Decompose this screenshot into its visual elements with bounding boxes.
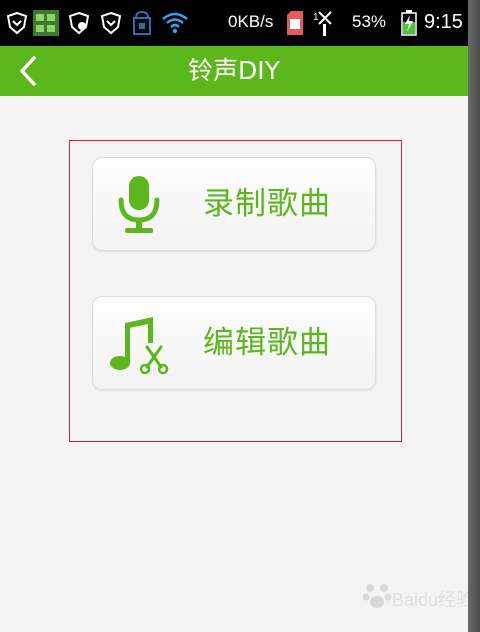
microphone-icon	[118, 176, 160, 233]
battery-percent: 53%	[352, 12, 387, 31]
sd-card-icon	[284, 10, 306, 36]
svg-text:1: 1	[313, 12, 319, 23]
shield-icon	[4, 10, 30, 36]
battery-charging-icon	[400, 10, 418, 36]
app-screen: 0KB/s 1 53% 9:15 铃声DIY 录制歌曲 编辑歌曲 Baidu经验	[0, 0, 468, 632]
device-bezel	[468, 0, 480, 632]
music-note-scissors-icon	[110, 317, 169, 375]
sim-icon	[130, 10, 154, 36]
record-song-label: 录制歌曲	[203, 186, 331, 222]
network-speed: 0KB/s	[228, 12, 274, 31]
watermark-text: Baidu经验	[392, 590, 468, 610]
app-notification-icon	[32, 10, 60, 36]
record-song-button[interactable]: 录制歌曲	[92, 157, 376, 251]
back-arrow-icon	[20, 56, 36, 86]
clock: 9:15	[424, 11, 463, 33]
edit-song-label: 编辑歌曲	[203, 325, 331, 361]
page-title: 铃声DIY	[188, 56, 280, 85]
wifi-icon	[160, 10, 190, 36]
back-button[interactable]	[6, 50, 50, 92]
status-bar: 0KB/s 1 53% 9:15	[0, 0, 468, 46]
edit-song-button[interactable]: 编辑歌曲	[92, 296, 376, 390]
watermark: Baidu经验	[362, 574, 468, 618]
shield-icon	[66, 10, 92, 36]
paw-icon	[362, 584, 392, 608]
title-bar: 铃声DIY	[0, 46, 468, 96]
shield-icon	[98, 10, 124, 36]
signal-icon: 1	[310, 10, 334, 36]
